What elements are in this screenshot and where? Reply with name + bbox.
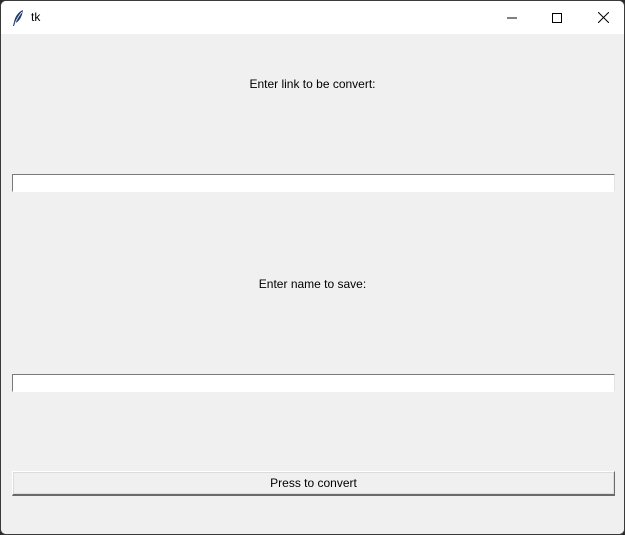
feather-icon [11, 9, 25, 27]
name-input[interactable] [12, 374, 615, 392]
minimize-icon [507, 13, 517, 23]
link-label: Enter link to be convert: [249, 77, 376, 91]
link-input[interactable] [12, 174, 615, 192]
maximize-icon [552, 12, 562, 23]
minimize-button[interactable] [489, 1, 535, 34]
window-title: tk [31, 10, 41, 24]
close-button[interactable] [580, 1, 624, 34]
maximize-button[interactable] [534, 1, 580, 34]
name-label: Enter name to save: [258, 277, 367, 291]
title-bar[interactable]: tk [1, 1, 624, 34]
close-icon [597, 12, 609, 23]
window-content: Enter link to be convert: Enter name to … [1, 34, 624, 534]
convert-button[interactable]: Press to convert [12, 471, 615, 496]
app-window: tk Enter link to be convert: Enter name … [0, 0, 625, 535]
